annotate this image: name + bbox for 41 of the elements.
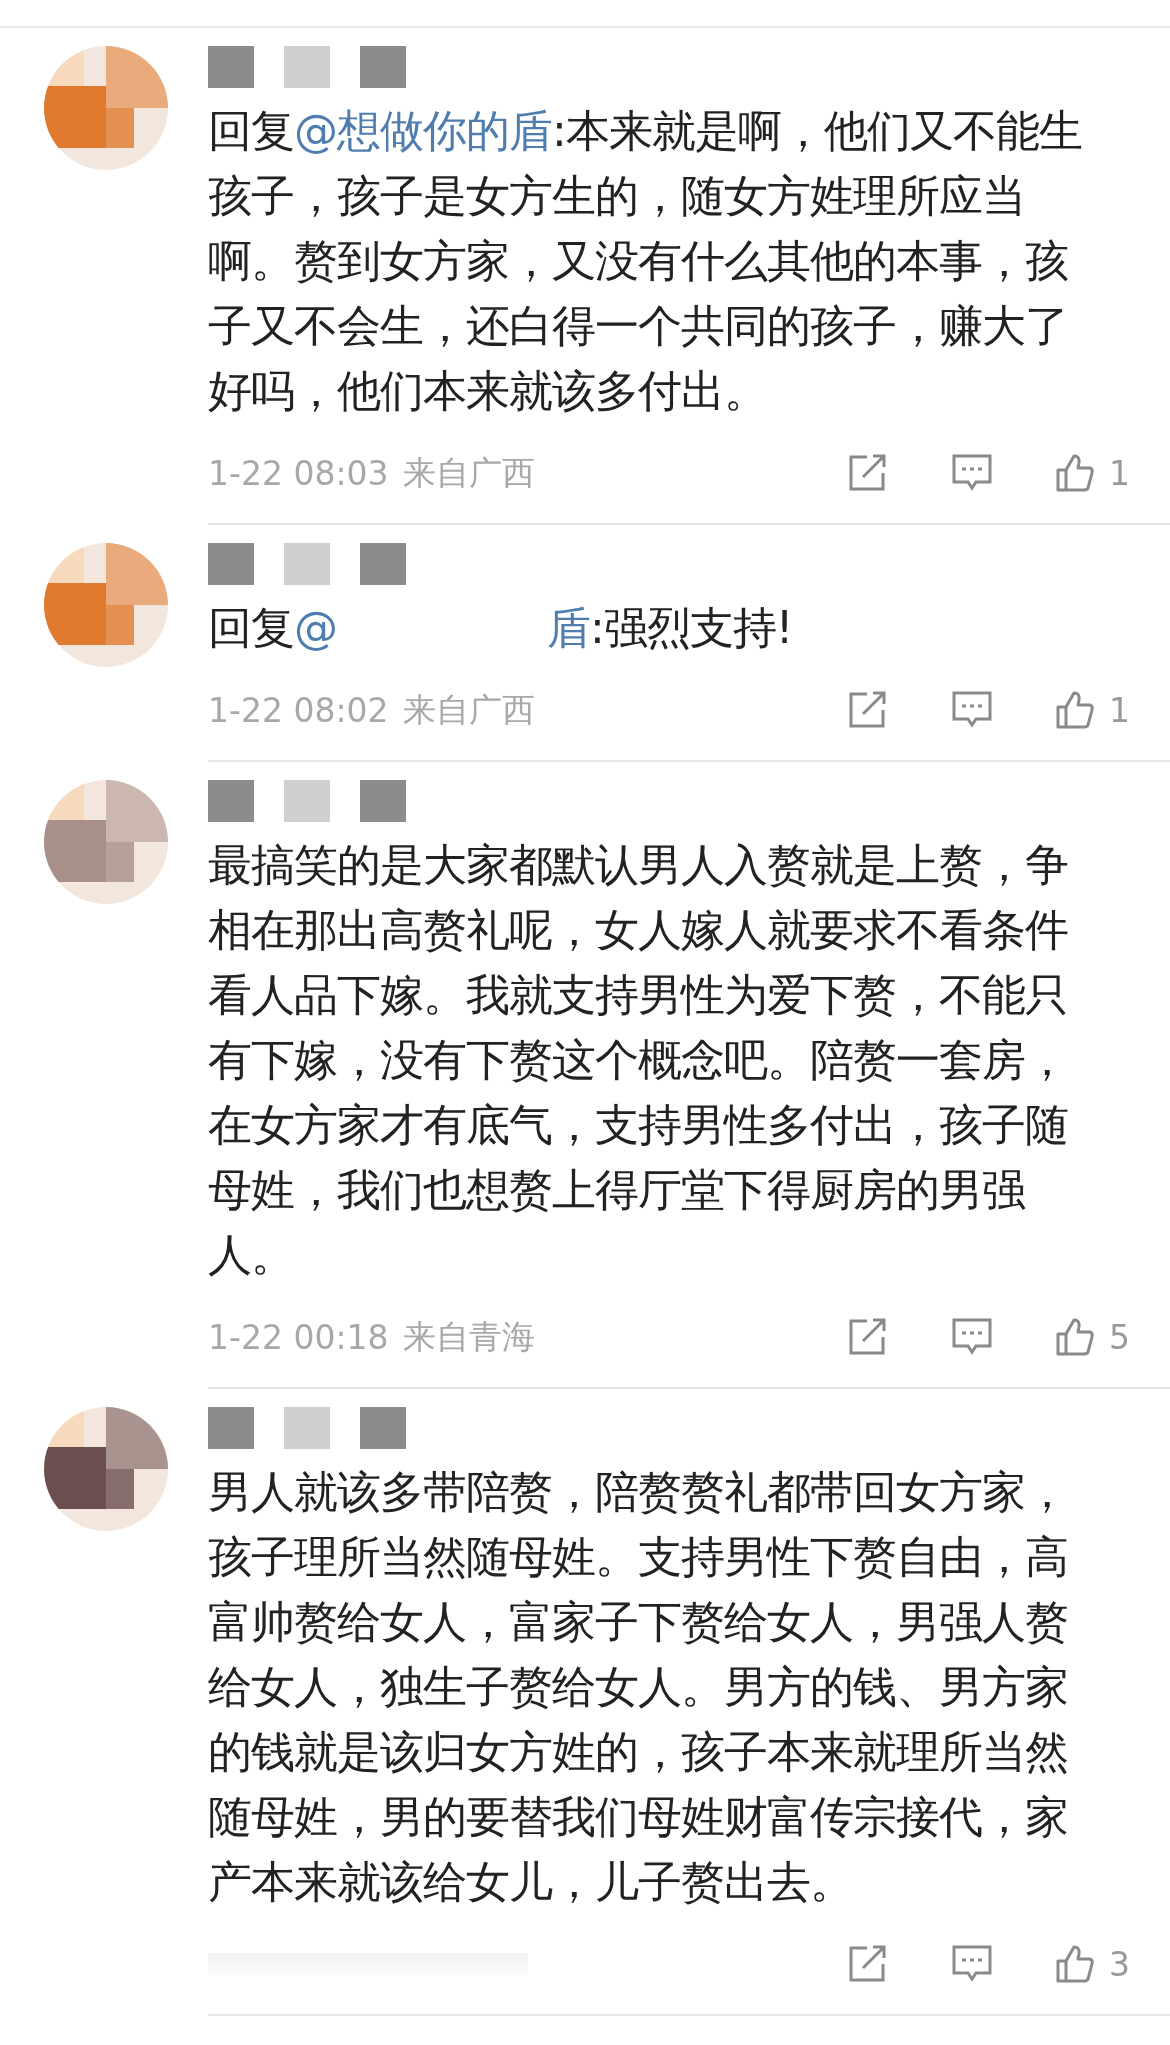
thumbs-up-icon[interactable] [1055,453,1095,493]
redacted-name [208,46,254,88]
comment-time: 1-22 08:03 [208,453,389,493]
comment-location: 来自青海 [402,1315,535,1358]
comment-icon[interactable] [951,1317,993,1357]
mention-link[interactable]: @ [294,602,337,653]
mention-link[interactable]: @想做你的盾 [294,105,552,156]
redacted-name [284,46,330,88]
redacted-name [208,780,254,822]
thumbs-up-icon[interactable] [1055,1317,1095,1357]
comment-icon[interactable] [951,1944,993,1984]
mention-link[interactable]: 盾 [547,602,590,653]
comment-location: 来自广西 [402,688,535,731]
thumbs-up-icon[interactable] [1055,690,1095,730]
share-icon[interactable] [847,453,889,493]
comment-text: 回复@ 盾:强烈支持! [208,601,794,655]
share-icon[interactable] [847,690,889,730]
comment-text: 最搞笑的是大家都默认男人入赘就是上赘，争相在那出高赘礼呢，女人嫁人就要求不看条件看人品下嫁。我就支持男性为爱下赘，不能只有下嫁，没有下赘这个概念吧。陪赘一套房，在女方家才有底气，支持男性多付出，孩子随母姓，我们也想赘上得厅堂下得厨房的男强人。 [208,838,1069,1282]
redacted-name [360,543,406,585]
like-count: 1 [1109,690,1130,730]
comment-time: 1-22 00:18 [208,1317,389,1357]
comment-time: 1-22 08:02 [208,690,389,730]
like-count: 1 [1109,453,1130,493]
redacted-name [208,543,254,585]
comment-text: 回复@想做你的盾:本来就是啊，他们又不能生孩子，孩子是女方生的，随女方姓理所应当啊。赘到女方家，又没有什么其他的本事，孩子又不会生，还白得一个共同的孩子，赚大了好吗，他们本来就该多付出。 [208,104,1083,418]
redacted-name [284,543,330,585]
thumbs-up-icon[interactable] [1055,1944,1095,1984]
redacted-name [284,780,330,822]
like-count: 3 [1109,1944,1130,1984]
redacted-name [360,46,406,88]
comment-text: 男人就该多带陪赘，陪赘赘礼都带回女方家，孩子理所当然随母姓。支持男性下赘自由，高富帅赘给女人，富家子下赘给女人，男强人赘给女人，独生子赘给女人。男方的钱、男方家的钱就是该归女方姓的，孩子本来就理所当然随母姓，男的要替我们母姓财富传宗接代，家产本来就该给女儿，儿子赘出去。 [208,1465,1069,1909]
comment-location: 来自广西 [402,451,535,494]
comment-icon[interactable] [951,453,993,493]
redacted-name [360,1407,406,1449]
comment-icon[interactable] [951,690,993,730]
redacted-name [360,780,406,822]
redacted-name [284,1407,330,1449]
like-count: 5 [1109,1317,1130,1357]
share-icon[interactable] [847,1944,889,1984]
redacted-name [208,1407,254,1449]
share-icon[interactable] [847,1317,889,1357]
